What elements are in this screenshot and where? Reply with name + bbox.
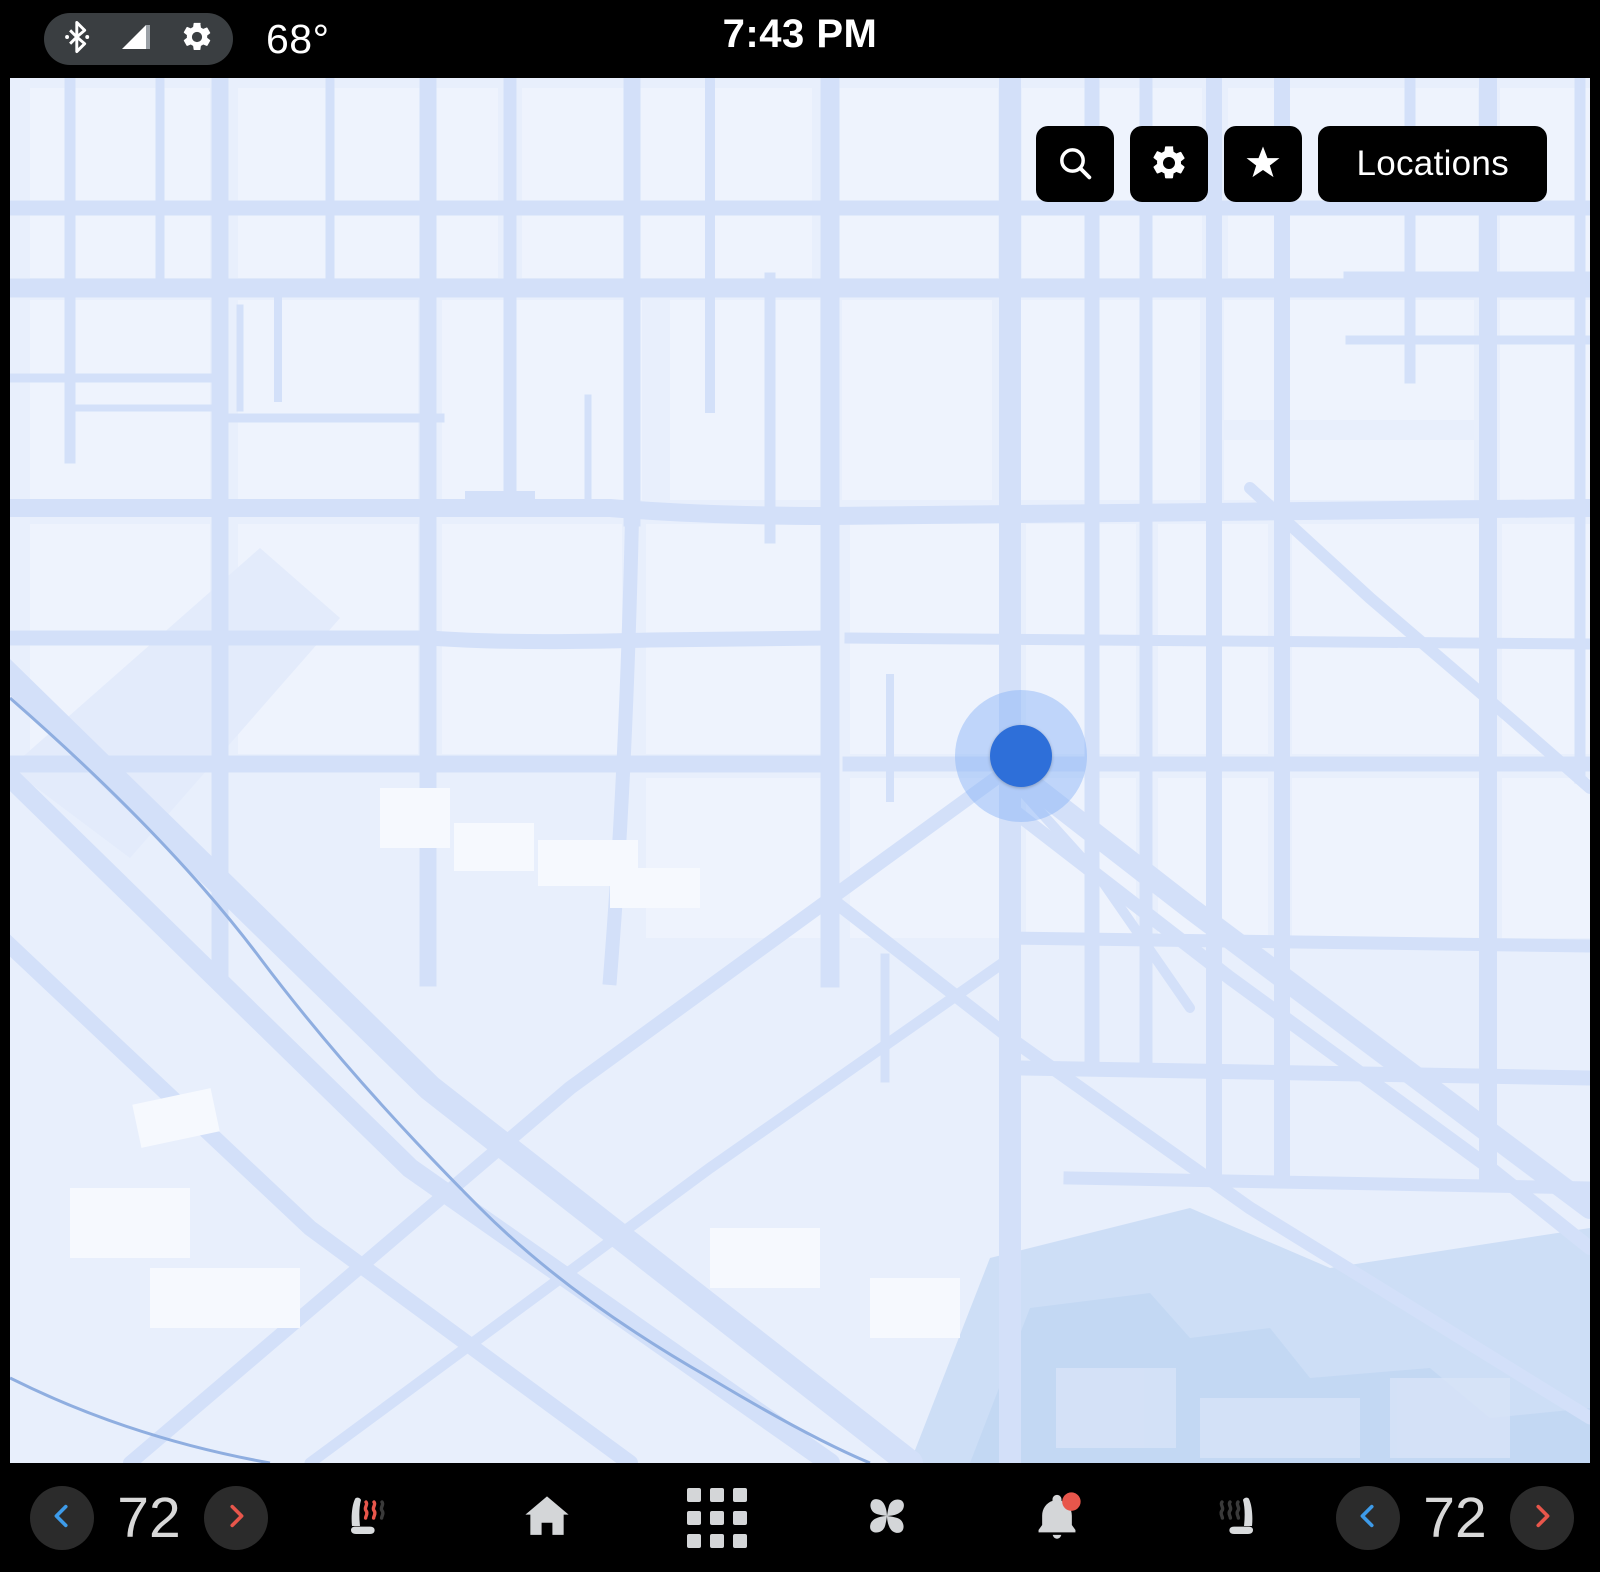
grid-icon — [687, 1487, 747, 1548]
map-controls: Locations — [1036, 126, 1547, 202]
home-button[interactable] — [505, 1476, 589, 1560]
driver-seat-heater-button[interactable] — [314, 1470, 410, 1566]
home-icon — [520, 1489, 574, 1546]
bottom-control-bar: 72 72 — [0, 1463, 1600, 1572]
navigation-bar — [410, 1476, 1194, 1560]
fan-icon — [858, 1487, 916, 1548]
driver-temperature: 72 — [117, 1485, 181, 1550]
search-icon — [1055, 143, 1095, 186]
favorites-button[interactable] — [1224, 126, 1303, 202]
heated-seat-driver-icon — [329, 1483, 395, 1552]
passenger-seat-heater-button[interactable] — [1194, 1470, 1290, 1566]
heated-seat-passenger-icon — [1209, 1483, 1275, 1552]
map-settings-button[interactable] — [1130, 126, 1209, 202]
clock: 7:43 PM — [722, 12, 878, 56]
chevron-right-icon — [221, 1501, 251, 1534]
driver-temp-decrease-button[interactable] — [30, 1485, 94, 1550]
status-bar: 68° 7:43 PM — [0, 0, 1600, 78]
driver-temp-increase-button[interactable] — [204, 1485, 268, 1550]
passenger-temp-increase-button[interactable] — [1510, 1485, 1574, 1550]
infotainment-screen: 68° 7:43 PM Locations 72 72 — [0, 0, 1600, 1572]
map-canvas[interactable] — [10, 78, 1590, 1463]
chevron-left-icon — [47, 1501, 77, 1534]
locations-button[interactable]: Locations — [1318, 126, 1547, 202]
driver-climate-group: 72 — [30, 1470, 410, 1566]
climate-button[interactable] — [845, 1476, 929, 1560]
passenger-temp-decrease-button[interactable] — [1336, 1485, 1400, 1550]
star-icon — [1242, 142, 1284, 187]
gear-icon — [1149, 143, 1189, 186]
map-vector — [10, 78, 1590, 1463]
notifications-button[interactable] — [1015, 1476, 1099, 1560]
chevron-right-icon — [1527, 1501, 1557, 1534]
chevron-left-icon — [1353, 1501, 1383, 1534]
search-button[interactable] — [1036, 126, 1115, 202]
passenger-temperature: 72 — [1423, 1485, 1487, 1550]
apps-button[interactable] — [675, 1476, 759, 1560]
passenger-climate-group: 72 — [1194, 1470, 1574, 1566]
bell-icon — [1030, 1489, 1084, 1546]
